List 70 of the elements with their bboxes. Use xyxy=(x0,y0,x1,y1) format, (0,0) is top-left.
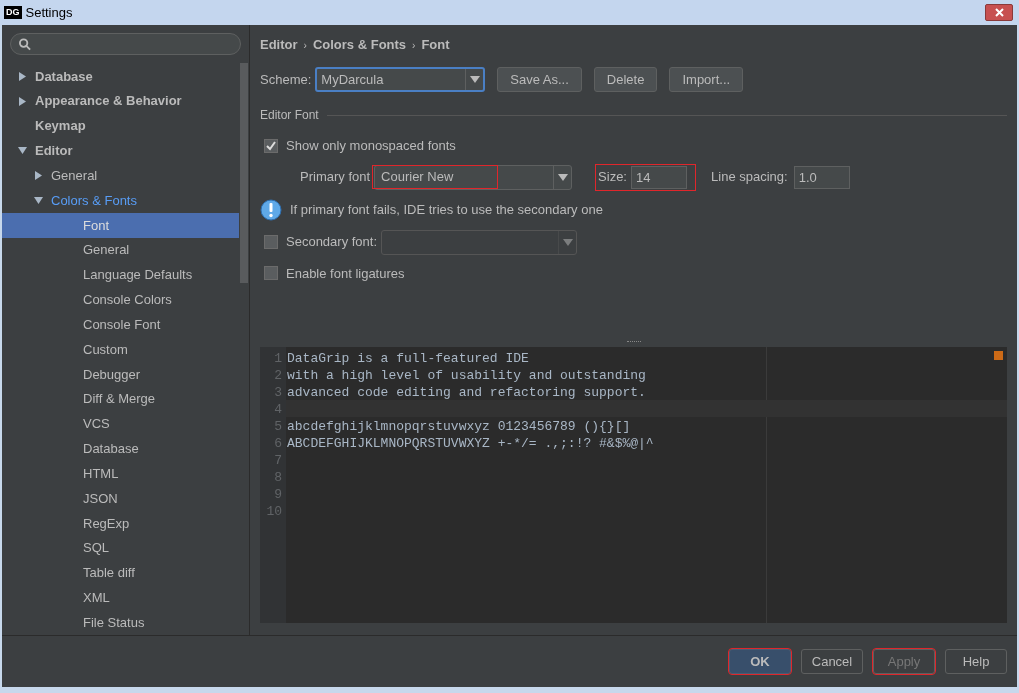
tree-item[interactable]: Database xyxy=(2,436,239,462)
checkbox[interactable]: Enable font ligatures xyxy=(264,263,1007,283)
breadcrumb-item[interactable]: Editor xyxy=(260,35,298,55)
code-line: ABCDEFGHIJKLMNOPQRSTUVWXYZ +-*/= .,;:!? #&$%@|^ xyxy=(287,436,654,451)
dropdown-arrow-icon[interactable] xyxy=(469,76,480,83)
expanded-arrow-icon[interactable] xyxy=(34,196,43,206)
tree-item[interactable]: SQL xyxy=(2,535,239,561)
dropdown-arrow-icon[interactable] xyxy=(557,173,568,181)
dialog-button[interactable]: OK xyxy=(729,649,791,674)
font-preview-editor[interactable] xyxy=(260,347,1007,623)
line-spacing-label: Line spacing: xyxy=(711,168,788,187)
primary-font-dropdown[interactable]: Courier New xyxy=(374,164,573,190)
tree-item[interactable]: Keymap xyxy=(2,113,239,139)
code-line: with a high level of usability and outstanding xyxy=(287,368,646,383)
checkbox[interactable]: Show only monospaced fonts xyxy=(264,136,1007,156)
close-icon xyxy=(994,8,1004,17)
checkmark-icon xyxy=(265,139,277,152)
tree-item[interactable]: Language Defaults xyxy=(2,262,239,288)
size-field[interactable]: 14 xyxy=(631,165,687,189)
breadcrumb-item[interactable]: Colors & Fonts xyxy=(312,35,407,55)
scheme-button[interactable]: Save As... xyxy=(497,67,582,92)
breadcrumb-separator: › xyxy=(303,38,307,53)
primary-font-value: Courier New xyxy=(373,166,498,188)
size-label: Size: xyxy=(598,168,627,187)
tree-item[interactable]: Table diff xyxy=(2,560,239,586)
app-logo: DG xyxy=(4,6,22,19)
tree-item[interactable]: Colors & Fonts xyxy=(2,188,239,213)
code-line: advanced code editing and refactoring support. xyxy=(287,385,646,400)
tree-item[interactable]: Font xyxy=(2,212,239,238)
scheme-dropdown[interactable]: MyDarcula xyxy=(315,67,486,92)
tree-item[interactable]: XML xyxy=(2,585,239,611)
tree-item[interactable]: Editor xyxy=(2,138,239,164)
dialog-button[interactable]: Help xyxy=(945,649,1007,674)
tree-item[interactable]: RegExp xyxy=(2,510,239,536)
info-text: If primary font fails, IDE tries to use the secondary one xyxy=(290,200,603,219)
tree-item[interactable]: Debugger xyxy=(2,361,239,387)
tree-item[interactable]: General xyxy=(2,237,239,263)
tree-item[interactable]: File Status xyxy=(2,610,239,635)
tree-item[interactable]: Appearance & Behavior xyxy=(2,88,239,114)
search-icon xyxy=(19,37,31,51)
tree-item[interactable]: Diff & Merge xyxy=(2,386,239,412)
tree-item[interactable]: JSON xyxy=(2,486,239,511)
checkbox[interactable]: Secondary font: xyxy=(264,232,378,252)
window-title: Settings xyxy=(25,3,73,22)
expanded-arrow-icon[interactable] xyxy=(18,146,27,156)
tree-item[interactable]: VCS xyxy=(2,411,239,437)
collapsed-arrow-icon[interactable] xyxy=(18,96,27,106)
tree-item[interactable]: Custom xyxy=(2,337,239,362)
code-line: abcdefghijklmnopqrstuvwxyz 0123456789 (){}[] xyxy=(287,419,631,434)
scheme-button[interactable]: Import... xyxy=(669,67,744,92)
scheme-label: Scheme: xyxy=(260,70,312,89)
code-line: DataGrip is a full-featured IDE xyxy=(287,351,529,366)
search-field[interactable] xyxy=(10,33,241,55)
breadcrumb-separator: › xyxy=(412,38,416,53)
info-icon xyxy=(260,198,282,221)
primary-font-label: Primary font xyxy=(300,168,371,187)
section-title: Editor Font xyxy=(260,107,319,124)
tree-item[interactable]: Database xyxy=(2,64,239,89)
breadcrumb-item[interactable]: Font xyxy=(421,35,450,55)
collapsed-arrow-icon[interactable] xyxy=(34,171,43,181)
tree-item[interactable]: General xyxy=(2,163,239,189)
collapsed-arrow-icon[interactable] xyxy=(18,71,27,81)
status-marker-icon xyxy=(994,351,1003,360)
close-button[interactable] xyxy=(985,4,1013,21)
tree-item[interactable]: Console Font xyxy=(2,312,239,338)
tree-item[interactable]: Console Colors xyxy=(2,287,239,313)
dialog-button[interactable]: Cancel xyxy=(801,649,863,674)
line-spacing-field[interactable]: 1.0 xyxy=(793,165,850,189)
tree-item[interactable]: HTML xyxy=(2,461,239,487)
scheme-button[interactable]: Delete xyxy=(593,67,658,92)
